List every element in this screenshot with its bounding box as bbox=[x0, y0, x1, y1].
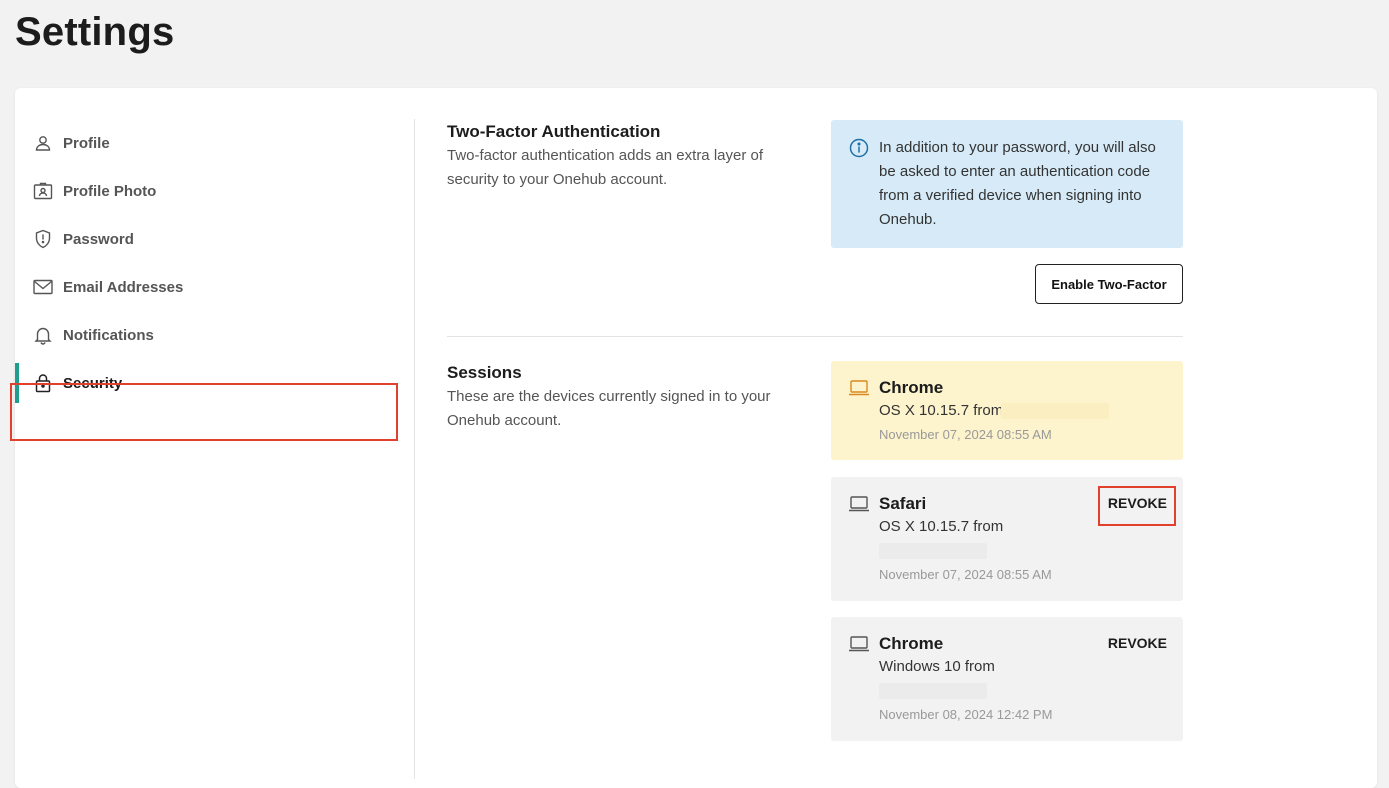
lock-icon bbox=[33, 373, 53, 393]
sidebar-item-notifications[interactable]: Notifications bbox=[15, 311, 401, 359]
session-os: OS X 10.15.7 from bbox=[879, 402, 1004, 419]
redacted-location bbox=[879, 543, 987, 559]
session-browser: Chrome bbox=[879, 378, 944, 397]
info-text: In addition to your password, you will a… bbox=[879, 139, 1156, 228]
laptop-icon bbox=[848, 635, 870, 658]
session-os: Windows 10 from bbox=[879, 658, 995, 675]
redacted-location bbox=[1001, 403, 1109, 419]
sidebar-item-label: Password bbox=[63, 230, 134, 248]
session-date: November 07, 2024 08:55 AM bbox=[879, 567, 1052, 582]
laptop-icon bbox=[848, 495, 870, 518]
session-date: November 07, 2024 08:55 AM bbox=[879, 427, 1052, 442]
session-os: OS X 10.15.7 from bbox=[879, 518, 1004, 535]
settings-sidebar: Profile Profile Photo Password Email Add… bbox=[10, 119, 415, 779]
laptop-icon bbox=[848, 379, 870, 402]
two-factor-title: Two-Factor Authentication bbox=[447, 122, 661, 141]
session-card: Safari OS X 10.15.7 from November 07, 20… bbox=[831, 477, 1183, 601]
bell-icon bbox=[33, 325, 53, 345]
session-browser: Safari bbox=[879, 494, 927, 513]
settings-card: Profile Profile Photo Password Email Add… bbox=[10, 88, 1377, 788]
session-browser: Chrome bbox=[879, 634, 944, 653]
sidebar-item-profile[interactable]: Profile bbox=[15, 119, 401, 167]
sidebar-item-security[interactable]: Security bbox=[15, 359, 401, 407]
revoke-button[interactable]: REVOKE bbox=[1108, 495, 1167, 511]
session-card-current: Chrome OS X 10.15.7 from November 07, 20… bbox=[831, 361, 1183, 460]
two-factor-info-box: In addition to your password, you will a… bbox=[831, 120, 1183, 248]
section-divider bbox=[447, 336, 1183, 337]
page-title: Settings bbox=[15, 10, 175, 54]
shield-icon bbox=[33, 229, 53, 249]
info-icon bbox=[849, 138, 869, 166]
sidebar-item-password[interactable]: Password bbox=[15, 215, 401, 263]
sidebar-item-label: Email Addresses bbox=[63, 278, 184, 296]
revoke-button[interactable]: REVOKE bbox=[1108, 635, 1167, 651]
sidebar-item-email-addresses[interactable]: Email Addresses bbox=[15, 263, 401, 311]
enable-two-factor-button[interactable]: Enable Two-Factor bbox=[1035, 264, 1183, 304]
sessions-description: These are the devices currently signed i… bbox=[447, 388, 771, 429]
sessions-title: Sessions bbox=[447, 363, 522, 382]
id-badge-icon bbox=[33, 181, 53, 201]
sidebar-item-label: Security bbox=[63, 374, 123, 392]
sidebar-item-label: Notifications bbox=[63, 326, 154, 344]
envelope-icon bbox=[33, 277, 53, 297]
session-date: November 08, 2024 12:42 PM bbox=[879, 707, 1053, 722]
sidebar-item-label: Profile bbox=[63, 134, 110, 152]
person-icon bbox=[33, 133, 53, 153]
sidebar-item-label: Profile Photo bbox=[63, 182, 157, 200]
sidebar-item-profile-photo[interactable]: Profile Photo bbox=[15, 167, 401, 215]
two-factor-description: Two-factor authentication adds an extra … bbox=[447, 147, 764, 188]
session-card: Chrome Windows 10 from November 08, 2024… bbox=[831, 617, 1183, 741]
redacted-location bbox=[879, 683, 987, 699]
